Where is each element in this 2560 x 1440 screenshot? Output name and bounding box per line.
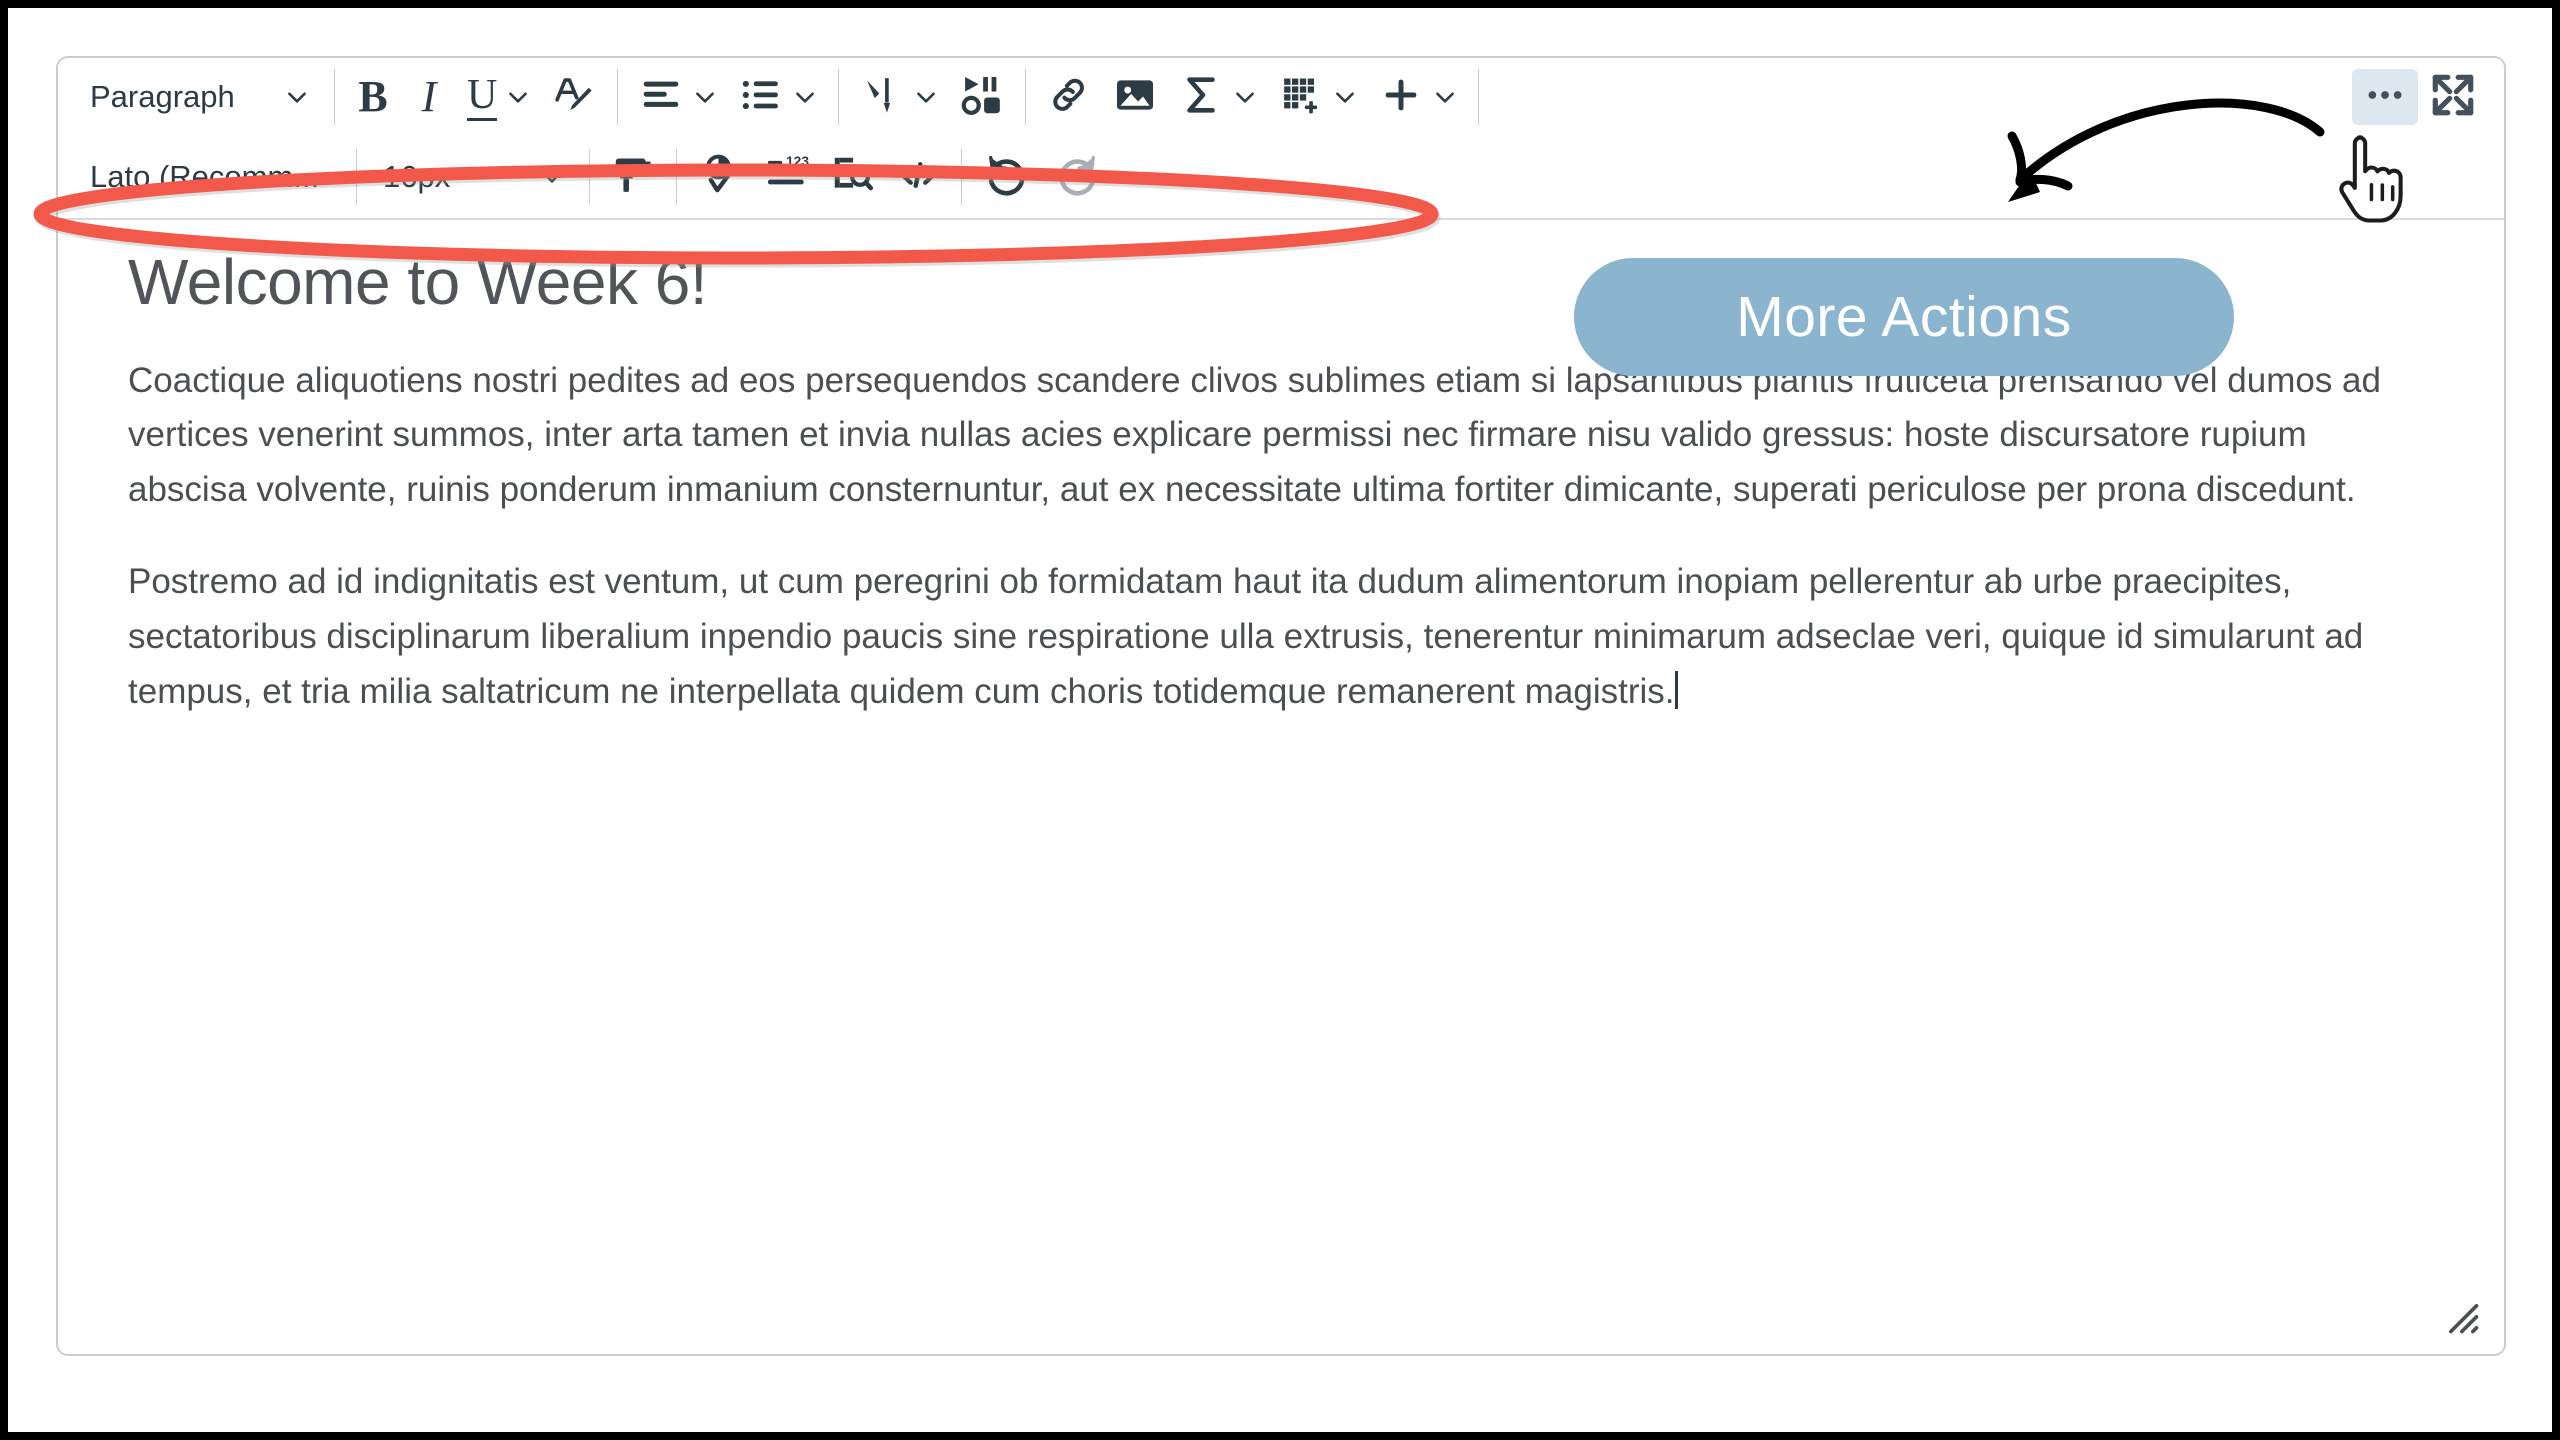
ellipsis-icon [2362, 72, 2408, 123]
body-paragraph-2: Postremo ad id indignitatis est ventum, … [128, 555, 2434, 719]
text-color-icon [551, 72, 597, 123]
underline-icon: U [467, 74, 498, 121]
align-button[interactable] [628, 69, 728, 125]
accessibility-check-icon [697, 152, 743, 203]
link-button[interactable] [1036, 69, 1102, 125]
toolbar-separator [617, 69, 619, 125]
chevron-down-icon [284, 84, 310, 110]
fullscreen-button[interactable] [2418, 69, 2488, 125]
redo-button[interactable] [1042, 149, 1112, 205]
toolbar-row-secondary: Lato (Recomm... 16px 123 [58, 136, 2504, 218]
chevron-down-icon [505, 84, 531, 110]
paragraph-2-text: Postremo ad id indignitatis est ventum, … [128, 562, 2364, 711]
toolbar-separator [961, 149, 962, 205]
rich-content-editor: Paragraph B I U Lato (Recomm... 16px 123… [56, 56, 2506, 1356]
bold-icon: B [358, 72, 388, 121]
editor-content-area[interactable]: Welcome to Week 6! Coactique aliquotiens… [58, 220, 2504, 1354]
italic-icon: I [421, 72, 437, 121]
chevron-down-icon [1432, 84, 1458, 110]
italic-button[interactable]: I [401, 69, 457, 125]
html-editor-button[interactable] [885, 149, 951, 205]
media-icon [959, 72, 1005, 123]
more-actions-button[interactable] [2352, 69, 2418, 125]
editor-resize-handle[interactable] [2438, 1293, 2482, 1337]
document-search-icon [829, 152, 875, 203]
word-count-button[interactable]: 123 [753, 149, 819, 205]
word-count-icon: 123 [763, 152, 809, 203]
toolbar-separator [676, 149, 677, 205]
redo-icon [1052, 150, 1102, 205]
indent-button[interactable] [849, 69, 949, 125]
chevron-down-icon [913, 84, 939, 110]
link-icon [1046, 72, 1092, 123]
toolbar-separator [589, 149, 590, 205]
svg-text:123: 123 [786, 154, 809, 169]
equation-button[interactable] [1168, 69, 1268, 125]
plus-icon [1378, 72, 1424, 123]
toolbar-separator [356, 149, 357, 205]
toolbar-separator [1025, 69, 1027, 125]
body-paragraph-1: Coactique aliquotiens nostri pedites ad … [128, 360, 2381, 509]
sigma-equation-icon [1178, 72, 1224, 123]
chevron-down-icon [539, 164, 565, 190]
text-color-button[interactable] [541, 69, 607, 125]
screenshot-frame: Paragraph B I U Lato (Recomm... 16px 123… [0, 0, 2560, 1440]
list-button[interactable] [728, 69, 828, 125]
undo-button[interactable] [972, 149, 1042, 205]
chevron-down-icon [319, 164, 345, 190]
accessibility-checker-button[interactable] [687, 149, 753, 205]
image-button[interactable] [1102, 69, 1168, 125]
toolbar-separator [334, 69, 335, 125]
font-size-select[interactable]: 16px [367, 149, 579, 205]
chevron-down-icon [1332, 84, 1358, 110]
underline-button[interactable]: U [457, 69, 541, 125]
block-format-select[interactable]: Paragraph [74, 69, 324, 125]
code-brackets-icon [895, 152, 941, 203]
text-caret [1675, 670, 1679, 709]
callout-label: More Actions [1736, 285, 2072, 349]
find-replace-button[interactable] [819, 149, 885, 205]
chevron-down-icon [692, 84, 718, 110]
page-canvas: Paragraph B I U Lato (Recomm... 16px 123… [8, 8, 2552, 1432]
font-family-label: Lato (Recomm... [90, 159, 320, 194]
toolbar-separator [1478, 69, 1480, 125]
table-add-icon [1278, 72, 1324, 123]
annotation-callout-more-actions: More Actions [1574, 258, 2234, 376]
chevron-down-icon [1232, 84, 1258, 110]
editor-toolbar: Paragraph B I U Lato (Recomm... 16px 123 [58, 58, 2504, 220]
toolbar-separator [838, 69, 840, 125]
block-format-label: Paragraph [90, 79, 235, 114]
bold-button[interactable]: B [345, 69, 401, 125]
paint-roller-icon [610, 152, 656, 203]
fullscreen-expand-icon [2428, 70, 2478, 125]
font-family-select[interactable]: Lato (Recomm... [74, 149, 346, 205]
format-painter-button[interactable] [600, 149, 666, 205]
insert-button[interactable] [1368, 69, 1468, 125]
indent-arrow-icon [859, 72, 905, 123]
bulleted-list-icon [738, 72, 784, 123]
media-button[interactable] [949, 69, 1015, 125]
toolbar-row-primary: Paragraph B I U [58, 58, 2504, 136]
table-button[interactable] [1268, 69, 1368, 125]
image-icon [1112, 72, 1158, 123]
undo-icon [982, 150, 1032, 205]
chevron-down-icon [792, 84, 818, 110]
font-size-label: 16px [383, 159, 451, 194]
align-left-icon [638, 72, 684, 123]
